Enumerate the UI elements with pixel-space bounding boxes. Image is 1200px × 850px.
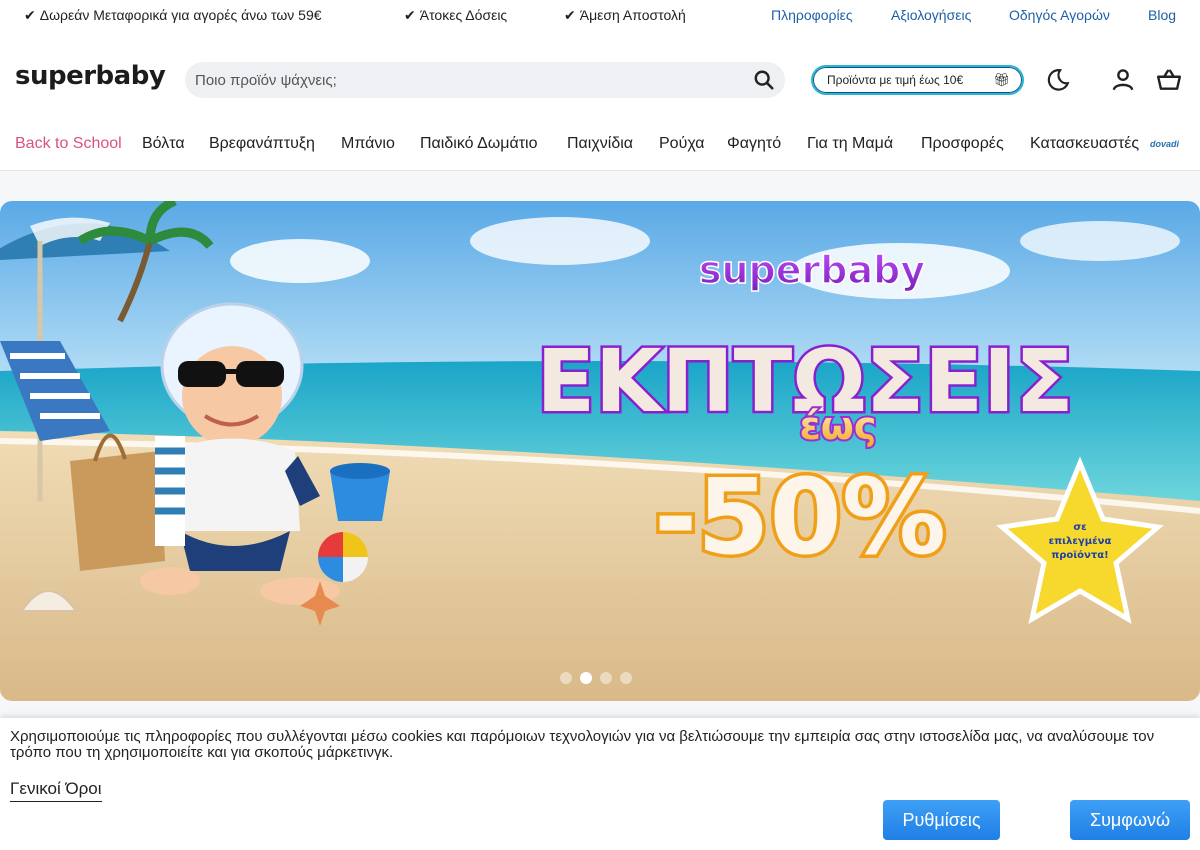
moon-icon[interactable] xyxy=(1045,67,1071,93)
cookie-settings-button[interactable]: Ρυθμίσεις xyxy=(883,800,1000,840)
terms-link[interactable]: Γενικοί Όροι xyxy=(10,779,102,802)
check-icon: ✔ xyxy=(24,7,36,23)
dovadi-badge: dovadi xyxy=(1150,139,1180,149)
site-header: superbaby Προϊόντα με τιμή έως 10€ 🎁︎ xyxy=(0,55,1200,105)
nav-item-offers[interactable]: Προσφορές xyxy=(921,135,1004,153)
search-bar xyxy=(185,62,785,98)
perk-fast-dispatch: ✔ Άμεση Αποστολή xyxy=(564,7,686,24)
link-blog[interactable]: Blog xyxy=(1148,7,1176,23)
carousel-dot[interactable] xyxy=(620,672,632,684)
link-information[interactable]: Πληροφορίες xyxy=(771,7,853,23)
search-icon[interactable] xyxy=(753,69,775,91)
link-reviews[interactable]: Αξιολογήσεις xyxy=(891,7,971,23)
nav-item-development[interactable]: Βρεφανάπτυξη xyxy=(209,135,315,153)
site-logo[interactable]: superbaby xyxy=(15,61,166,91)
link-buying-guide[interactable]: Οδηγός Αγορών xyxy=(1009,7,1110,23)
perk-installments: ✔ Άτοκες Δόσεις xyxy=(404,7,507,24)
cookie-banner: Χρησιμοποιούμε τις πληροφορίες που συλλέ… xyxy=(0,718,1200,850)
main-navigation: Back to School Βόλτα Βρεφανάπτυξη Μπάνιο… xyxy=(0,130,1200,160)
nav-item-strollers[interactable]: Βόλτα xyxy=(142,135,185,153)
cookie-accept-button[interactable]: Συμφωνώ xyxy=(1070,800,1190,840)
hero-illustration: superbaby ΕΚΠΤΩΣΕΙΣ έως -50% σε επιλεγμέ… xyxy=(0,201,1200,701)
carousel-dots xyxy=(560,672,632,684)
check-icon: ✔ xyxy=(564,7,576,23)
perk-label: Άτοκες Δόσεις xyxy=(419,7,508,23)
user-icon[interactable] xyxy=(1110,67,1136,93)
hero-upto: έως xyxy=(800,404,877,448)
hero-banner[interactable]: superbaby ΕΚΠΤΩΣΕΙΣ έως -50% σε επιλεγμέ… xyxy=(0,201,1200,701)
perk-free-shipping: ✔ Δωρεάν Μεταφορικά για αγορές άνω των 59… xyxy=(24,7,322,24)
nav-item-bath[interactable]: Μπάνιο xyxy=(341,135,395,153)
hero-brand: superbaby xyxy=(699,248,925,292)
promo-label: Προϊόντα με τιμή έως 10€ xyxy=(827,73,964,87)
nav-item-kids-room[interactable]: Παιδικό Δωμάτιο xyxy=(420,135,538,153)
cookie-message: Χρησιμοποιούμε τις πληροφορίες που συλλέ… xyxy=(10,728,1155,761)
under-10-euro-button[interactable]: Προϊόντα με τιμή έως 10€ 🎁︎ xyxy=(811,65,1024,95)
check-icon: ✔ xyxy=(404,7,416,23)
perk-label: Δωρεάν Μεταφορικά για αγορές άνω των 59€ xyxy=(39,7,322,23)
star-text-2: επιλεγμένα xyxy=(1049,535,1112,547)
nav-item-for-mom[interactable]: Για τη Μαμά xyxy=(807,135,893,153)
carousel-dot[interactable] xyxy=(600,672,612,684)
cart-icon[interactable] xyxy=(1156,67,1182,93)
nav-item-food[interactable]: Φαγητό xyxy=(727,135,781,153)
star-text-3: προϊόντα! xyxy=(1051,549,1108,561)
nav-item-clothes[interactable]: Ρούχα xyxy=(659,135,705,153)
gift-icon: 🎁︎ xyxy=(993,72,1010,87)
carousel-dot[interactable] xyxy=(560,672,572,684)
carousel-dot-active[interactable] xyxy=(580,672,592,684)
perk-label: Άμεση Αποστολή xyxy=(579,7,686,23)
nav-item-manufacturers[interactable]: Κατασκευαστές xyxy=(1030,135,1139,153)
star-text-1: σε xyxy=(1073,522,1086,533)
nav-item-back-to-school[interactable]: Back to School xyxy=(15,135,122,153)
top-announcement-bar: ✔ Δωρεάν Μεταφορικά για αγορές άνω των 59… xyxy=(0,0,1200,32)
search-input[interactable] xyxy=(195,62,735,98)
hero-discount: -50% xyxy=(654,456,946,578)
nav-item-toys[interactable]: Παιχνίδια xyxy=(567,135,633,153)
